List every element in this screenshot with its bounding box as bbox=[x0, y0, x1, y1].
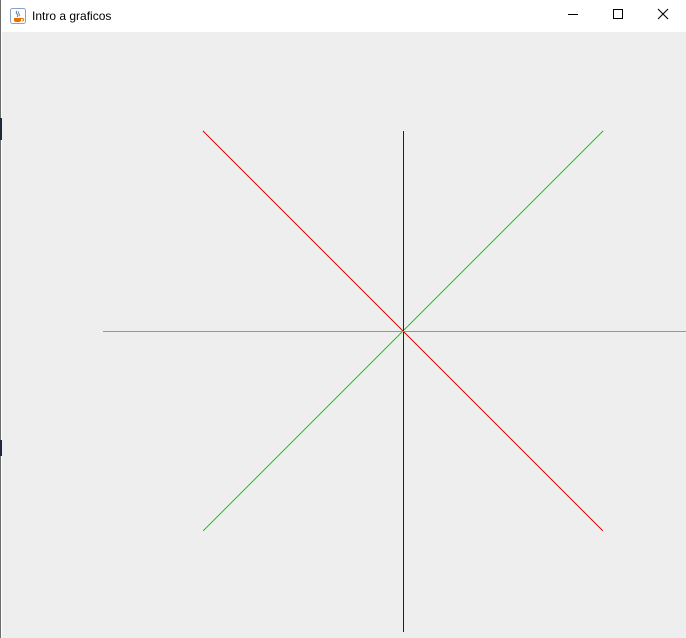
close-icon bbox=[657, 7, 669, 25]
maximize-icon bbox=[612, 7, 624, 25]
app-window: Intro a graficos bbox=[0, 0, 686, 638]
drawing-canvas bbox=[2, 32, 686, 638]
minimize-icon bbox=[567, 7, 579, 25]
window-title: Intro a graficos bbox=[32, 9, 112, 23]
title-bar[interactable]: Intro a graficos bbox=[1, 0, 686, 32]
minimize-button[interactable] bbox=[550, 0, 596, 32]
background-edge bbox=[0, 440, 2, 456]
java-cup-icon bbox=[10, 8, 26, 24]
background-edge bbox=[0, 118, 2, 140]
maximize-button[interactable] bbox=[595, 0, 641, 32]
lines-drawing bbox=[103, 130, 686, 632]
close-button[interactable] bbox=[640, 0, 686, 32]
